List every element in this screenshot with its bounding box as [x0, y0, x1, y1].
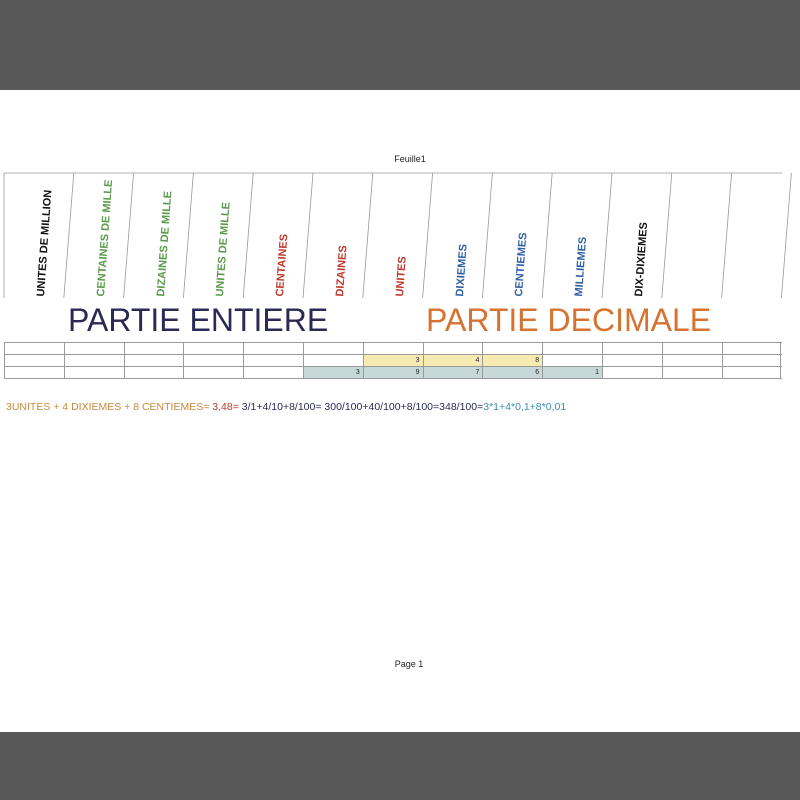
formula-segment: 3/1+4/10+8/100	[241, 401, 316, 413]
header-divider	[721, 172, 732, 299]
grid-cell: 3	[362, 355, 423, 366]
grid-cell	[721, 343, 782, 354]
grid-cell	[542, 355, 602, 366]
grid-cell: 8	[482, 355, 543, 366]
grid-cell	[661, 355, 722, 366]
grid-cell: 9	[362, 367, 423, 378]
header-divider	[422, 172, 433, 299]
header-divider	[63, 172, 75, 299]
grid-cell	[4, 367, 64, 378]
grid-cell	[123, 343, 184, 354]
column-header: UNITES DE MILLION CENTAINES DE MILLE DIZAI…	[0, 172, 800, 300]
grid-cell	[601, 343, 662, 354]
grid-cell: 1	[542, 367, 602, 378]
grid-cell	[4, 355, 64, 366]
value-grid: 348 39761	[4, 342, 782, 379]
grid-cell	[601, 367, 662, 378]
header-divider	[541, 172, 553, 299]
grid-cell	[243, 355, 303, 366]
header-divider	[661, 172, 673, 299]
grid-cell	[63, 343, 124, 354]
grid-cell	[183, 355, 243, 366]
grid-cell	[422, 343, 483, 354]
grid-cell	[601, 355, 662, 366]
grid-cell	[123, 367, 184, 378]
grid-row-348: 348	[4, 354, 782, 366]
header-divider	[183, 172, 194, 299]
grid-cell: 4	[422, 355, 483, 366]
header-divider	[601, 172, 613, 299]
grid-cell	[63, 367, 124, 378]
grid-cell	[542, 343, 602, 354]
grid-cell	[302, 343, 363, 354]
grid-cell	[123, 355, 184, 366]
grid-cell	[482, 343, 542, 354]
header-divider	[302, 172, 314, 299]
formula-segment: 3,48	[212, 401, 233, 413]
formula-segment: 3*1+4*0,1+8*0,01	[483, 401, 567, 413]
grid-cell	[243, 367, 303, 378]
grid-cell	[721, 355, 782, 366]
partie-entiere-title: PARTIE ENTIERE	[68, 302, 329, 338]
bottom-dark-band	[0, 732, 800, 800]
grid-cell: 6	[482, 367, 543, 378]
partie-decimale-title: PARTIE DECIMALE	[426, 302, 712, 338]
page-footer: Page 1	[394, 659, 424, 669]
grid-cell	[661, 343, 722, 354]
grid-row-39761: 39761	[4, 366, 782, 379]
grid-cell	[183, 343, 243, 354]
grid-cell	[63, 355, 124, 366]
grid-cell	[4, 343, 64, 354]
header-divider	[482, 172, 493, 299]
formula-segment: 3UNITES + 4 DIXIEMES + 8 CENTIEMES=	[6, 401, 213, 413]
grid-cell	[183, 367, 243, 378]
formula-segment: =	[232, 401, 242, 413]
grid-cell: 7	[422, 367, 483, 378]
grid-cell	[721, 367, 782, 378]
header-divider	[781, 172, 792, 299]
grid-cell	[302, 355, 363, 366]
formula-segment: = 300/100+40/100+8/100=348/100=	[315, 401, 484, 413]
grid-cell	[661, 367, 722, 378]
sheet-title: Feuille1	[394, 154, 426, 164]
formula-line: 3UNITES + 4 DIXIEMES + 8 CENTIEMES= 3,48…	[6, 401, 566, 413]
grid-cell: 3	[302, 367, 363, 378]
grid-cell	[243, 343, 303, 354]
grid-cell	[362, 343, 423, 354]
top-dark-band	[0, 0, 800, 90]
header-divider	[123, 172, 134, 299]
header-divider	[242, 172, 254, 299]
grid-row-blank	[4, 342, 782, 354]
header-divider	[362, 172, 374, 299]
